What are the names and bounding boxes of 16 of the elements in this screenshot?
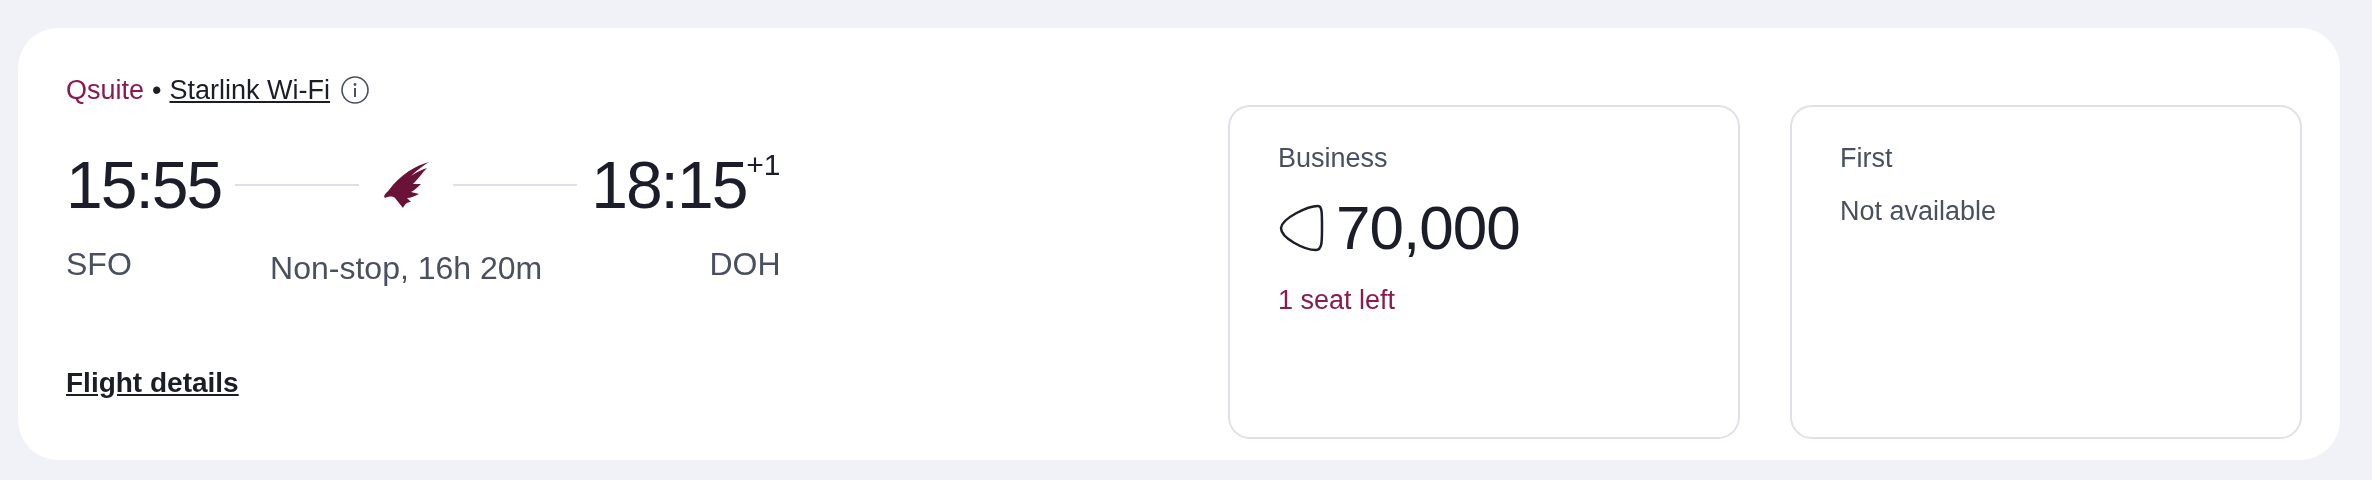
departure-airport: SFO — [66, 246, 132, 283]
flight-duration: Non-stop, 16h 20m — [270, 250, 543, 287]
arrival-time: 18:15$^{+1}$ — [591, 152, 781, 218]
departure-time: 15:55 — [66, 152, 222, 218]
flight-details-link[interactable]: Flight details — [66, 367, 239, 399]
fare-card[interactable]: Business 70,000 1 seat left — [1228, 105, 1740, 439]
separator: • — [152, 74, 162, 106]
points-amount: 70,000 — [1336, 192, 1520, 263]
seats-left: 1 seat left — [1278, 285, 1397, 316]
arrival-airport: DOH — [709, 246, 781, 283]
cabin-label: First — [1840, 143, 1894, 174]
cabin-label: Business — [1278, 143, 1389, 174]
cabin-product: Qsuite — [66, 74, 145, 106]
availability-status: Not available — [1840, 196, 1998, 227]
info-icon[interactable] — [340, 75, 370, 105]
wifi-link[interactable]: Starlink Wi-Fi — [169, 74, 330, 106]
